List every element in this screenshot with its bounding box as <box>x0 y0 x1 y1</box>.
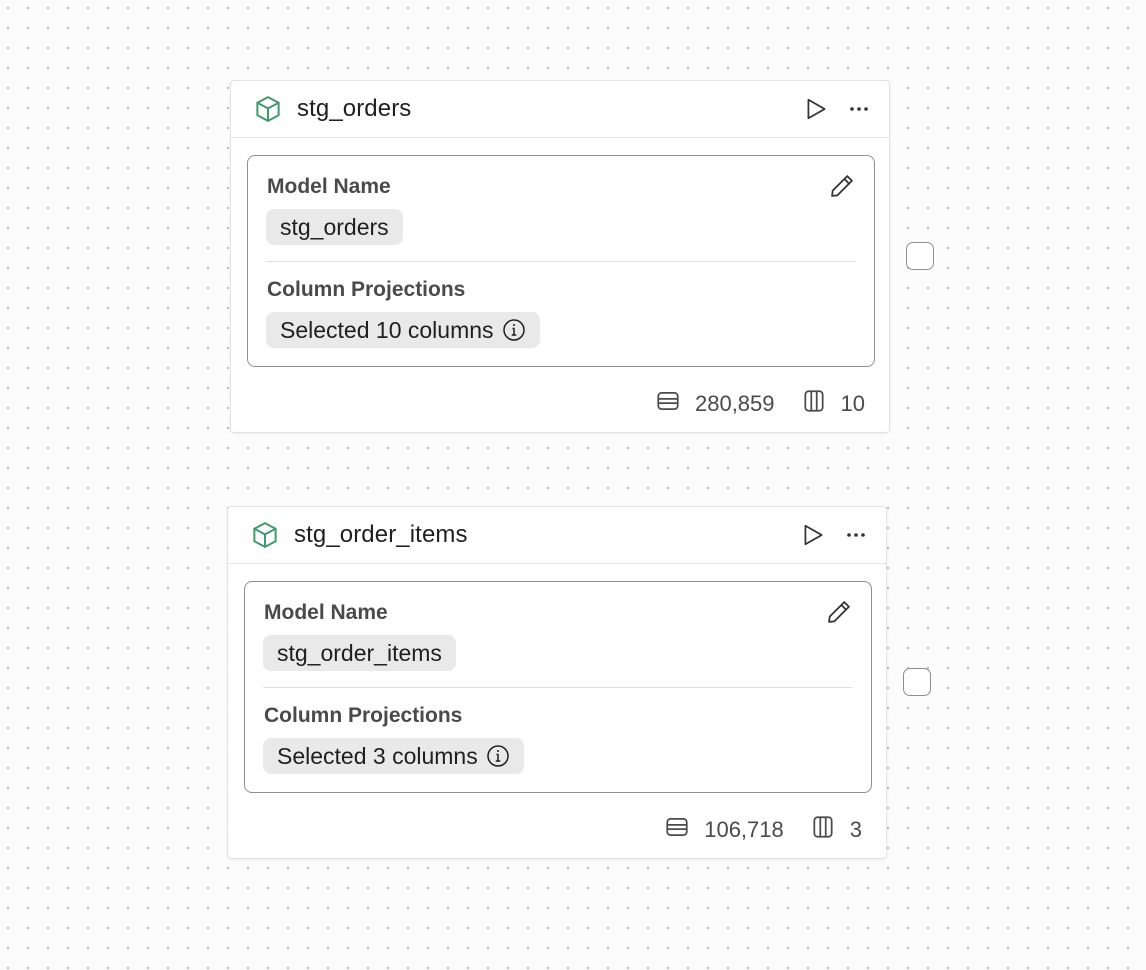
column-projections-chip: Selected 3 columns <box>263 738 524 774</box>
column-projections-value: Selected 10 columns <box>280 316 494 343</box>
info-icon[interactable] <box>502 318 526 342</box>
divider <box>266 261 856 262</box>
column-projections-chip: Selected 10 columns <box>266 312 540 348</box>
row-count: 280,859 <box>694 391 775 416</box>
output-handle[interactable] <box>906 242 934 270</box>
cube-icon <box>253 94 283 124</box>
column-count-stat: 3 <box>810 814 862 846</box>
column-count-stat: 10 <box>801 388 865 420</box>
model-name-label: Model Name <box>267 175 391 198</box>
more-horizontal-icon[interactable] <box>844 523 868 547</box>
row-count-stat: 280,859 <box>655 388 775 420</box>
node-footer: 280,859 10 <box>655 388 865 420</box>
column-count: 10 <box>840 391 865 416</box>
columns-icon <box>810 814 836 846</box>
row-count-stat: 106,718 <box>664 814 784 846</box>
model-config-panel: Model Name stg_order_items Column Projec… <box>244 581 872 793</box>
node-header: stg_order_items <box>228 507 886 564</box>
column-count: 3 <box>849 817 862 842</box>
header-actions <box>803 96 871 122</box>
column-projections-label: Column Projections <box>264 704 463 727</box>
node-footer: 106,718 3 <box>664 814 862 846</box>
model-node[interactable]: stg_order_items Model Name stg_order_ite… <box>227 506 887 859</box>
model-name-label: Model Name <box>264 601 388 624</box>
model-name-chip: stg_order_items <box>263 635 456 671</box>
model-node[interactable]: stg_orders Model Name stg_orders Column … <box>230 80 890 433</box>
cube-icon <box>250 520 280 550</box>
model-config-panel: Model Name stg_orders Column Projections… <box>247 155 875 367</box>
column-projections-value: Selected 3 columns <box>277 742 478 769</box>
more-horizontal-icon[interactable] <box>847 97 871 121</box>
model-name-chip: stg_orders <box>266 209 403 245</box>
pencil-icon[interactable] <box>825 598 853 626</box>
output-handle[interactable] <box>903 668 931 696</box>
header-actions <box>800 522 868 548</box>
row-count: 106,718 <box>704 817 784 842</box>
divider <box>263 687 853 688</box>
pencil-icon[interactable] <box>828 172 856 200</box>
columns-icon <box>801 388 827 420</box>
node-title: stg_order_items <box>294 521 468 548</box>
play-icon[interactable] <box>803 96 829 122</box>
column-projections-label: Column Projections <box>267 278 466 301</box>
info-icon[interactable] <box>486 744 510 768</box>
rows-icon <box>664 814 690 846</box>
node-title: stg_orders <box>297 95 412 122</box>
node-header: stg_orders <box>231 81 889 138</box>
rows-icon <box>655 388 681 420</box>
play-icon[interactable] <box>800 522 826 548</box>
